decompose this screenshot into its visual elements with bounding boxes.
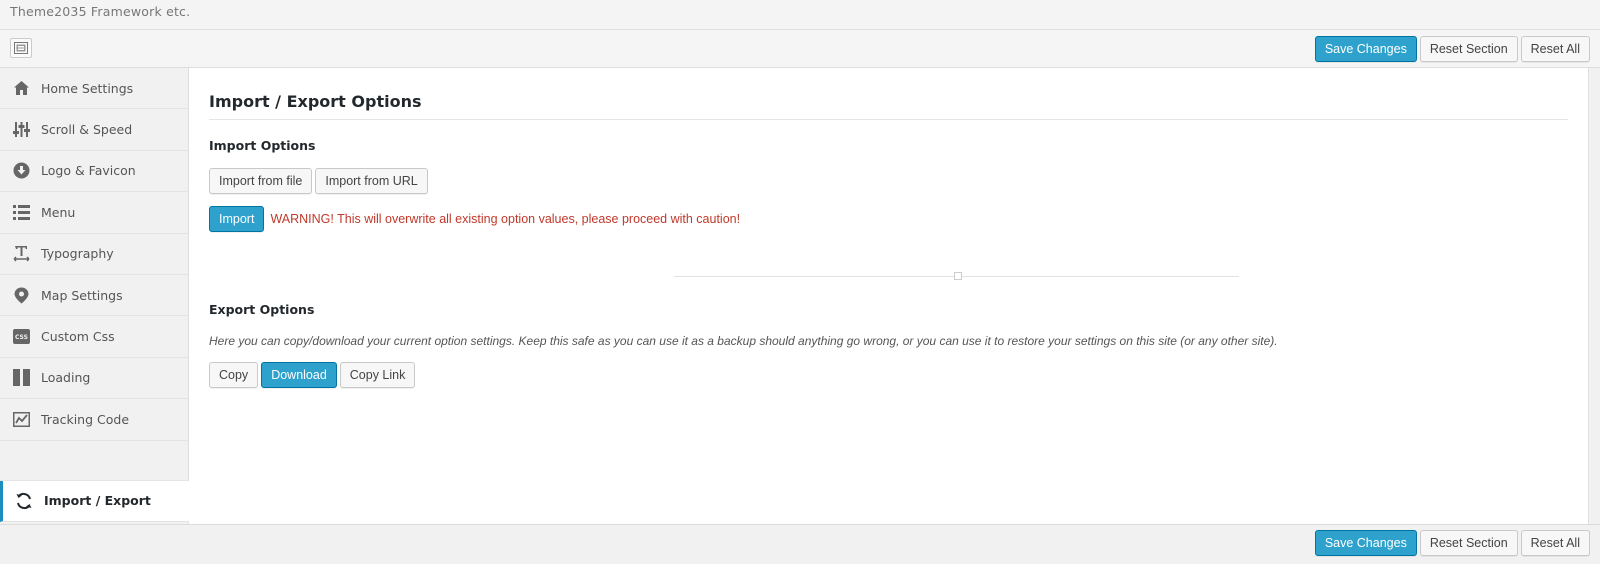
sidebar-item-import-export[interactable]: Import / Export — [0, 480, 190, 522]
export-action-row: Copy Download Copy Link — [209, 362, 1568, 388]
sidebar-item-tracking-code[interactable]: Tracking Code — [0, 399, 188, 441]
bottom-button-group: Save Changes Reset Section Reset All — [1314, 530, 1590, 556]
reset-section-button-bottom[interactable]: Reset Section — [1419, 530, 1518, 556]
sidebar-item-label: Typography — [41, 246, 114, 262]
sliders-icon — [12, 121, 30, 139]
sidebar-item-logo-favicon[interactable]: Logo & Favicon — [0, 151, 188, 193]
app-title-text: Theme2035 Framework etc. — [10, 4, 191, 19]
sidebar-item-label: Import / Export — [44, 493, 151, 509]
sidebar-item-map-settings[interactable]: Map Settings — [0, 275, 188, 317]
export-options-heading: Export Options — [209, 302, 315, 317]
top-button-group: Save Changes Reset Section Reset All — [1314, 36, 1590, 62]
top-toolbar: Save Changes Reset Section Reset All — [0, 30, 1600, 68]
sidebar-item-custom-css[interactable]: CSS Custom Css — [0, 316, 188, 358]
reset-all-button[interactable]: Reset All — [1520, 36, 1590, 62]
sidebar-item-label: Tracking Code — [41, 411, 130, 427]
sidebar-item-label: Menu — [41, 204, 76, 220]
copy-link-button[interactable]: Copy Link — [339, 362, 416, 388]
chart-icon — [12, 410, 30, 428]
sidebar-item-home-settings[interactable]: Home Settings — [0, 68, 188, 110]
text-icon — [12, 245, 30, 263]
main-content: Import / Export Options Import Options I… — [189, 68, 1589, 524]
sidebar-item-label: Home Settings — [41, 80, 134, 96]
page-title: Import / Export Options — [209, 92, 1568, 120]
css-icon: CSS — [12, 328, 30, 346]
import-button[interactable]: Import — [209, 206, 265, 232]
sidebar-item-label: Logo & Favicon — [41, 163, 136, 179]
app-title: Theme2035 Framework etc. — [0, 0, 1600, 30]
sidebar-item-typography[interactable]: Typography — [0, 234, 188, 275]
import-source-row: Import from file Import from URL — [209, 168, 1568, 194]
sidebar: Home Settings Scroll & Speed Logo & Favi… — [0, 68, 190, 524]
list-icon — [12, 203, 30, 221]
columns-icon — [12, 369, 30, 387]
bottom-toolbar: Save Changes Reset Section Reset All — [0, 524, 1600, 564]
reset-all-button-bottom[interactable]: Reset All — [1520, 530, 1590, 556]
import-warning-text: WARNING! This will overwrite all existin… — [270, 212, 741, 226]
import-options-heading: Import Options — [209, 138, 316, 153]
sidebar-item-menu[interactable]: Menu — [0, 192, 188, 234]
divider-knob — [954, 272, 962, 280]
download-button[interactable]: Download — [261, 362, 337, 388]
sidebar-item-label: Scroll & Speed — [41, 122, 133, 138]
download-icon — [12, 162, 30, 180]
import-from-file-button[interactable]: Import from file — [209, 168, 313, 194]
sidebar-item-scroll-speed[interactable]: Scroll & Speed — [0, 109, 188, 151]
vertical-scrollbar[interactable] — [1589, 68, 1600, 524]
sidebar-item-label: Custom Css — [41, 329, 115, 345]
map-pin-icon — [12, 286, 30, 304]
sidebar-item-label: Map Settings — [41, 287, 123, 303]
svg-text:CSS: CSS — [15, 334, 28, 341]
expand-toggle-button[interactable] — [10, 38, 32, 58]
expand-icon — [14, 42, 28, 54]
import-action-row: Import WARNING! This will overwrite all … — [209, 206, 1568, 232]
copy-button[interactable]: Copy — [209, 362, 259, 388]
reset-section-button[interactable]: Reset Section — [1419, 36, 1518, 62]
sidebar-spacer — [0, 441, 188, 481]
home-icon — [12, 79, 30, 97]
sidebar-item-loading[interactable]: Loading — [0, 358, 188, 400]
sidebar-item-label: Loading — [41, 370, 91, 386]
export-description: Here you can copy/download your current … — [209, 334, 1278, 348]
refresh-icon — [15, 492, 33, 510]
import-from-url-button[interactable]: Import from URL — [315, 168, 428, 194]
save-changes-button-bottom[interactable]: Save Changes — [1314, 530, 1417, 556]
save-changes-button[interactable]: Save Changes — [1314, 36, 1417, 62]
